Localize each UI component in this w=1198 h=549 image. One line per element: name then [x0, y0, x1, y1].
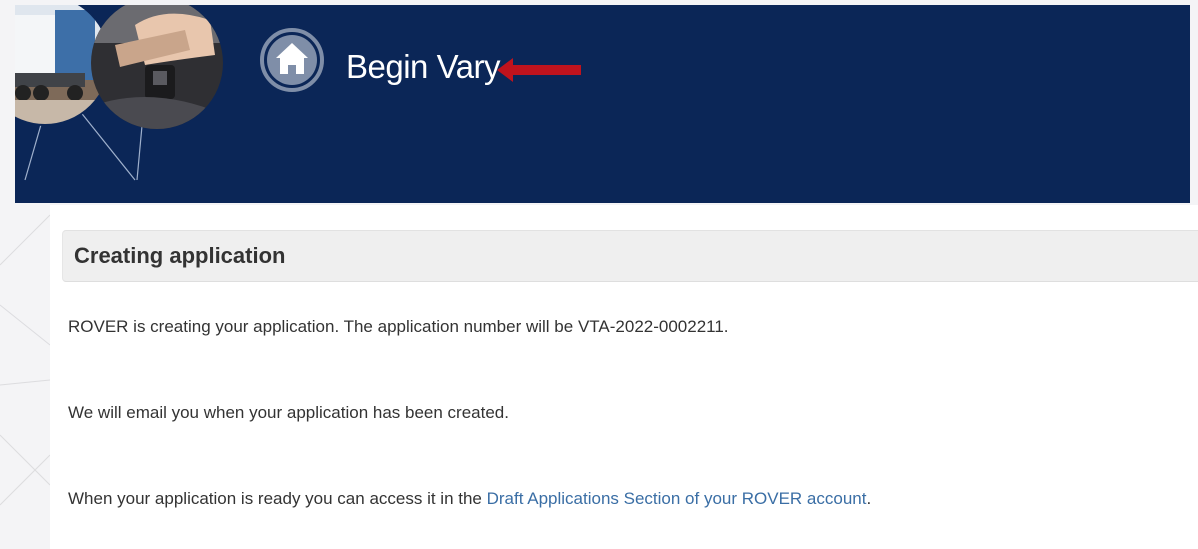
creating-message: ROVER is creating your application. The … — [68, 317, 729, 336]
section-header: Creating application — [62, 230, 1198, 282]
ready-message-prefix: When your application is ready you can a… — [68, 489, 487, 508]
hero-banner-image — [15, 5, 223, 181]
email-message: We will email you when your application … — [68, 403, 509, 422]
decorative-side-pattern — [0, 214, 50, 506]
red-arrow-left-icon — [497, 58, 581, 82]
ready-message: When your application is ready you can a… — [68, 489, 871, 509]
page-title: Begin Vary — [346, 48, 500, 85]
home-icon[interactable] — [259, 27, 325, 93]
page-header: Begin Vary — [15, 5, 1190, 203]
ready-message-suffix: . — [866, 489, 872, 508]
draft-applications-link[interactable]: Draft Applications Section of your ROVER… — [487, 489, 867, 508]
section-title: Creating application — [74, 243, 286, 268]
